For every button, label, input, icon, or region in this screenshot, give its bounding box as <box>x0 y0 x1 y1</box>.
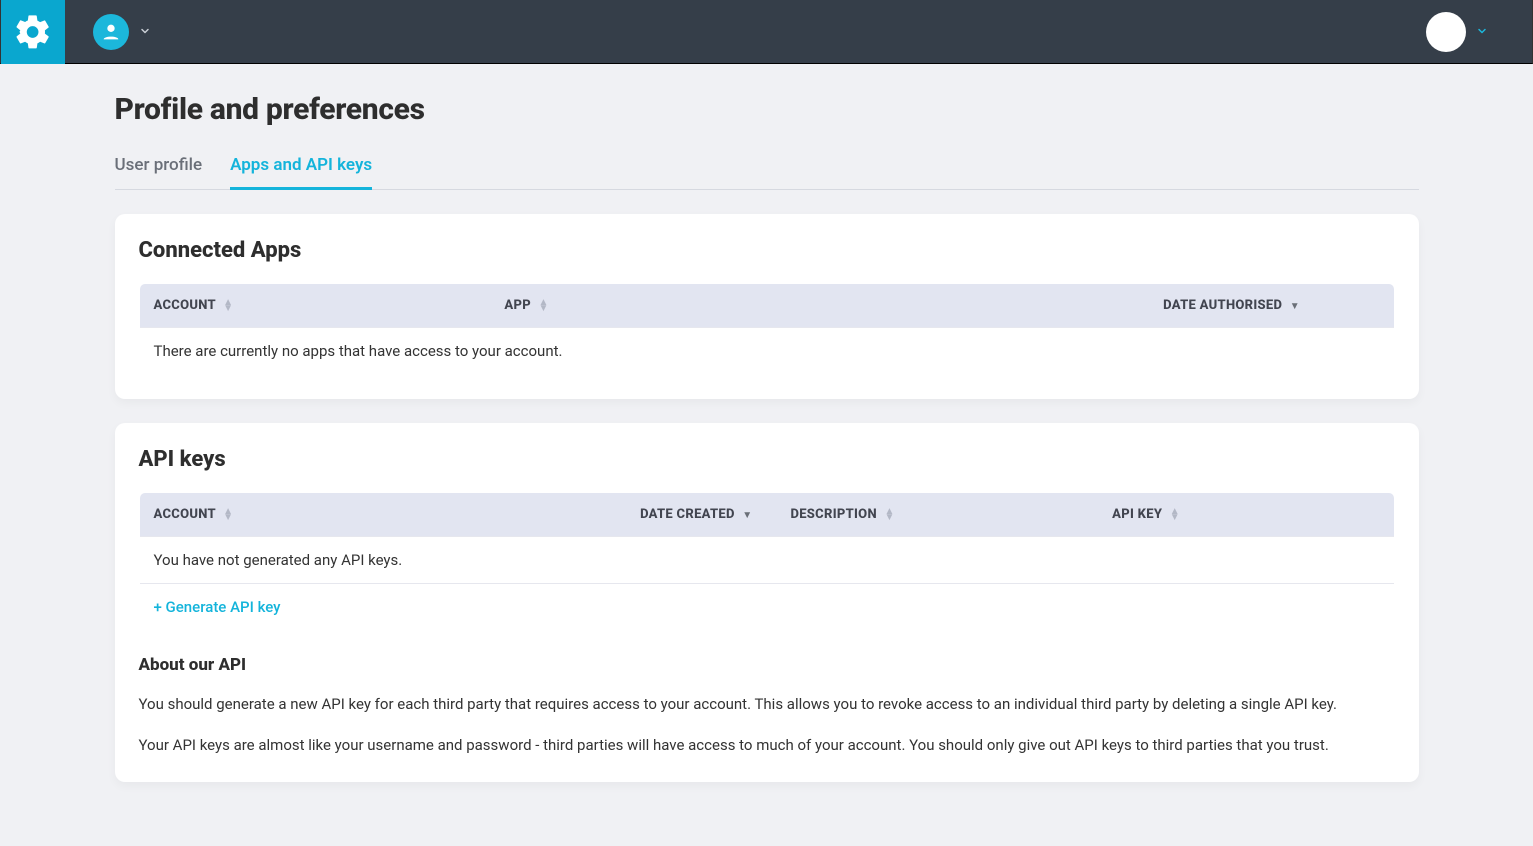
empty-row: There are currently no apps that have ac… <box>139 328 1394 375</box>
empty-message: You have not generated any API keys. <box>139 537 1394 584</box>
sort-down-icon: ▼ <box>742 510 752 521</box>
avatar <box>1426 12 1466 52</box>
tab-user-profile[interactable]: User profile <box>115 155 203 189</box>
generate-api-key-link[interactable]: + Generate API key <box>154 598 281 616</box>
sort-icon: ▲▼ <box>223 300 233 312</box>
col-date-created[interactable]: DATE CREATED ▼ <box>415 493 766 537</box>
app-logo[interactable] <box>1 0 65 64</box>
avatar <box>93 14 129 50</box>
col-spacer <box>1194 493 1394 537</box>
person-icon <box>100 21 122 43</box>
empty-row: You have not generated any API keys. <box>139 537 1394 584</box>
col-account[interactable]: ACCOUNT ▲▼ <box>139 284 490 328</box>
gear-icon <box>13 12 53 52</box>
sort-icon: ▲▼ <box>223 509 233 521</box>
page-content: Profile and preferences User profile App… <box>87 64 1447 846</box>
api-keys-card: API keys ACCOUNT ▲▼ DATE CREATED ▼ DESCR… <box>115 423 1419 782</box>
tab-apps-api-keys[interactable]: Apps and API keys <box>230 155 372 190</box>
user-menu[interactable] <box>1426 12 1488 52</box>
connected-apps-table: ACCOUNT ▲▼ APP ▲▼ DATE AUTHORISED ▼ <box>139 283 1395 375</box>
page-title: Profile and preferences <box>115 92 1419 127</box>
col-app[interactable]: APP ▲▼ <box>490 284 741 328</box>
about-heading: About our API <box>139 655 1395 675</box>
empty-message: There are currently no apps that have ac… <box>139 328 1394 375</box>
sort-icon: ▲▼ <box>884 509 894 521</box>
col-spacer <box>1314 284 1394 328</box>
tabs: User profile Apps and API keys <box>115 155 1419 190</box>
about-api: About our API You should generate a new … <box>139 655 1395 756</box>
sort-icon: ▲▼ <box>538 300 548 312</box>
generate-row: + Generate API key <box>139 584 1394 631</box>
sort-icon: ▲▼ <box>1170 509 1180 521</box>
topbar <box>0 0 1533 64</box>
col-account[interactable]: ACCOUNT ▲▼ <box>139 493 415 537</box>
chevron-down-icon <box>1476 22 1488 41</box>
connected-apps-heading: Connected Apps <box>139 238 1395 263</box>
connected-apps-card: Connected Apps ACCOUNT ▲▼ APP ▲▼ DATE AU… <box>115 214 1419 399</box>
about-p2: Your API keys are almost like your usern… <box>139 734 1395 757</box>
sort-down-icon: ▼ <box>1290 301 1300 312</box>
col-date-authorised[interactable]: DATE AUTHORISED ▼ <box>741 284 1314 328</box>
about-p1: You should generate a new API key for ea… <box>139 693 1395 716</box>
col-description[interactable]: DESCRIPTION ▲▼ <box>766 493 1092 537</box>
api-keys-heading: API keys <box>139 447 1395 472</box>
api-keys-table: ACCOUNT ▲▼ DATE CREATED ▼ DESCRIPTION ▲▼… <box>139 492 1395 631</box>
account-switcher[interactable] <box>93 14 151 50</box>
chevron-down-icon <box>139 22 151 41</box>
col-api-key[interactable]: API KEY ▲▼ <box>1093 493 1194 537</box>
